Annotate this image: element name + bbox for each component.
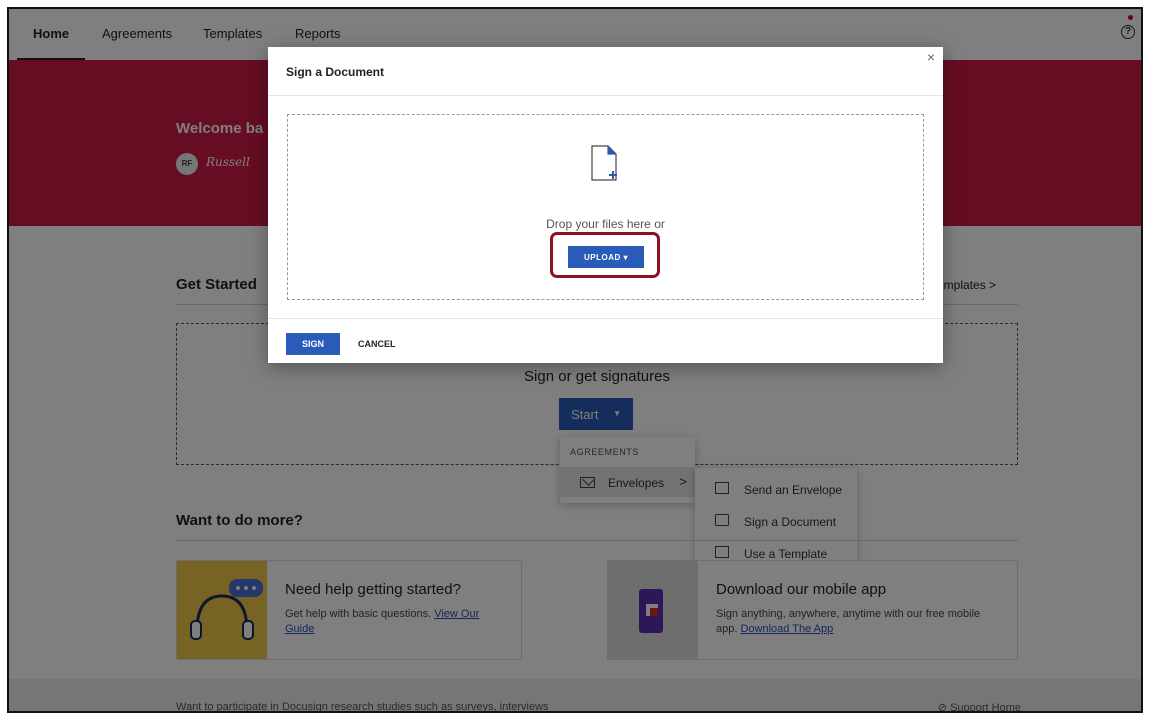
upload-button[interactable]: UPLOAD ▾ (568, 246, 644, 268)
file-drop-zone[interactable]: Drop your files here or UPLOAD ▾ (287, 114, 924, 300)
cancel-button[interactable]: CANCEL (358, 333, 396, 355)
divider (268, 318, 943, 319)
sign-button[interactable]: SIGN (286, 333, 340, 355)
divider (268, 95, 943, 96)
modal-title: Sign a Document (286, 65, 385, 79)
upload-label: UPLOAD (583, 252, 621, 262)
add-file-icon (591, 145, 617, 181)
sign-document-modal: Sign a Document × Drop your files here o… (268, 47, 943, 363)
drop-files-text: Drop your files here or (546, 217, 665, 231)
close-icon[interactable]: × (927, 49, 935, 65)
app-window: Home Agreements Templates Reports ? Welc… (7, 7, 1143, 713)
caret-down-icon: ▾ (623, 252, 629, 262)
